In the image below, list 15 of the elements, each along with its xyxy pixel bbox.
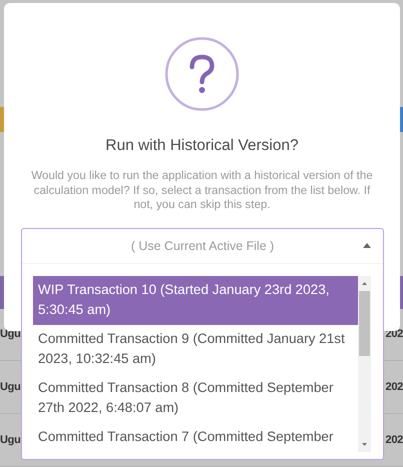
scrollbar[interactable] xyxy=(358,276,371,452)
dialog-message: Would you like to run the application with a historical version of the calculation model? If so, select a transaction from the list below. If not, you can skip this step. xyxy=(30,169,374,212)
table-cell: 202 xyxy=(386,381,403,394)
table-cell: 202 xyxy=(386,434,403,446)
dropdown-option[interactable]: WIP Transaction 10 (Started January 23rd 2023, 5:30:45 am) xyxy=(33,276,358,325)
table-cell: Ugu xyxy=(0,328,20,340)
dropdown-option[interactable]: Committed Transaction 8 (Committed September 27th 2022, 6:48:07 am) xyxy=(33,374,358,423)
dropdown-value: ( Use Current Active File ) xyxy=(130,239,274,253)
dialog-title: Run with Historical Version? xyxy=(106,137,298,155)
dropdown-option[interactable]: Committed Transaction 9 (Committed January 21st 2023, 10:32:45 am) xyxy=(33,325,358,374)
table-cell: Ugu xyxy=(0,381,20,394)
table-cell: Ugu xyxy=(0,434,20,446)
dropdown-option[interactable]: Committed Transaction 7 (Committed September xyxy=(33,423,358,452)
transaction-dropdown[interactable] xyxy=(21,228,384,460)
question-icon xyxy=(165,37,239,111)
